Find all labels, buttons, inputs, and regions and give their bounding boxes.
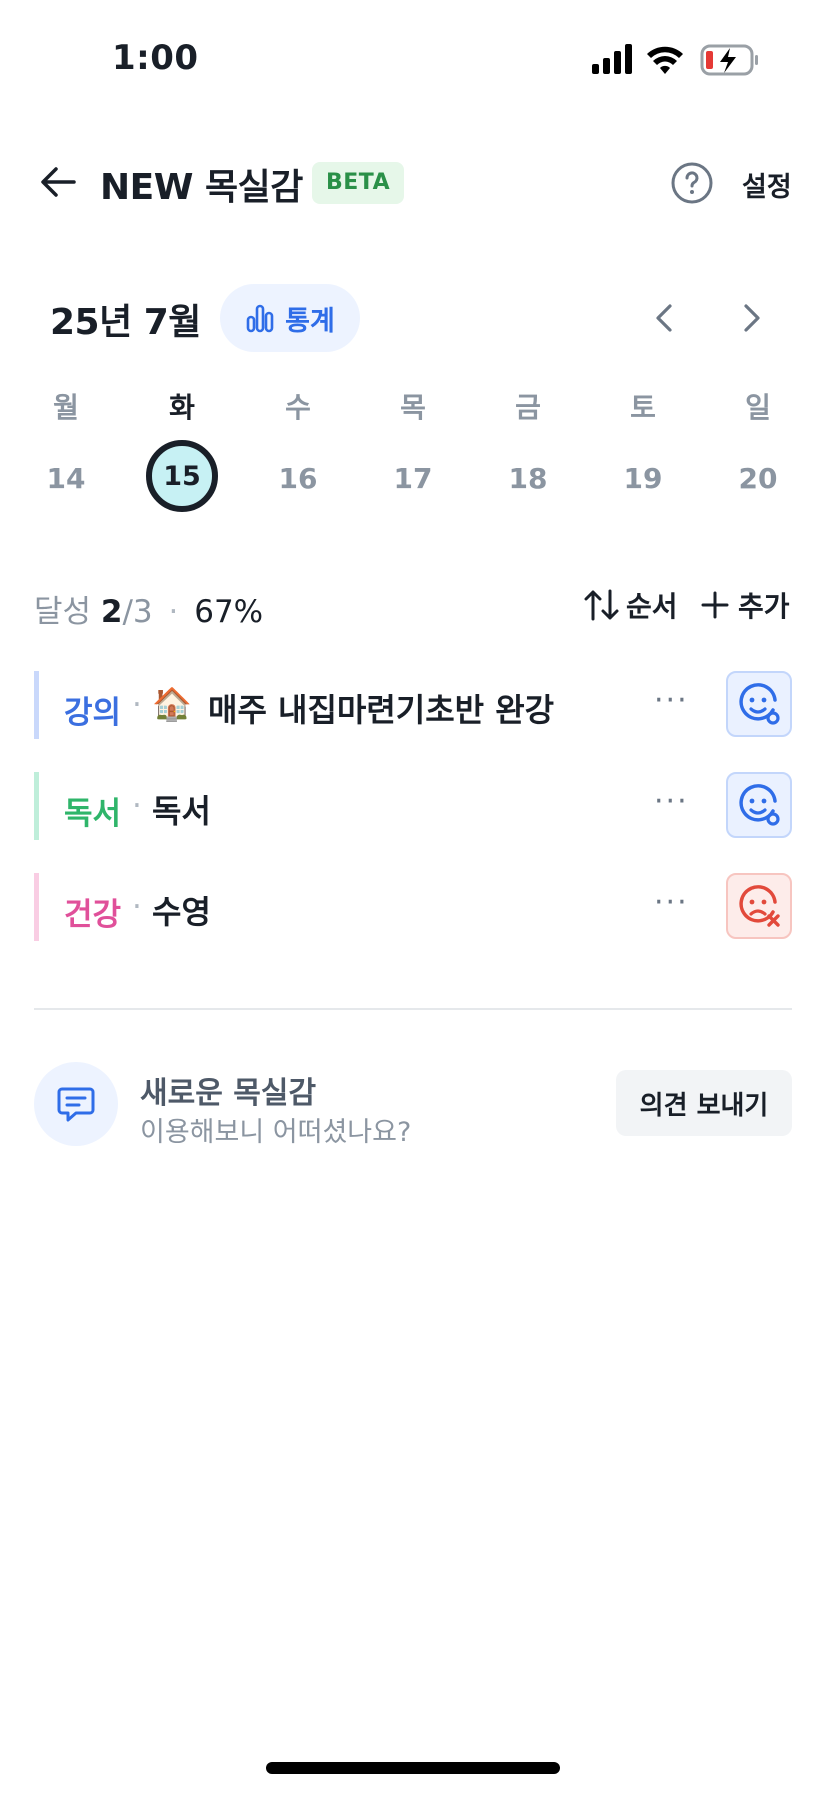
chevron-left-icon[interactable]: [650, 300, 680, 336]
achievement-label: 달성: [34, 594, 92, 630]
send-feedback-button[interactable]: 의견 보내기: [616, 1070, 792, 1136]
sad-face-icon: [739, 885, 780, 927]
day-cell[interactable]: 20: [718, 462, 798, 495]
divider: [34, 1008, 792, 1010]
cellular-signal-icon: [592, 44, 632, 74]
goal-name: 독서: [152, 792, 211, 830]
achievement-summary: 달성 2/3 · 67%: [34, 586, 263, 631]
stats-label: 통계: [285, 305, 335, 337]
status-fail-button[interactable]: [726, 873, 792, 939]
weekday-thu: 목: [400, 391, 426, 424]
achievement-percent: 67%: [194, 594, 264, 630]
help-icon[interactable]: [670, 161, 714, 205]
day-cell[interactable]: 19: [603, 462, 683, 495]
order-button[interactable]: 순서: [584, 585, 678, 625]
goal-category: 건강: [64, 897, 122, 933]
add-goal-button[interactable]: 추가: [700, 585, 790, 625]
day-cell[interactable]: 18: [488, 462, 568, 495]
house-emoji-icon: 🏠: [152, 685, 192, 723]
more-options-icon[interactable]: ···: [654, 885, 689, 920]
weekday-mon: 월: [53, 391, 79, 424]
more-options-icon[interactable]: ···: [654, 784, 689, 819]
add-label: 추가: [738, 590, 790, 623]
status-success-button[interactable]: [726, 772, 792, 838]
goal-category: 강의: [64, 695, 122, 731]
order-label: 순서: [626, 590, 678, 623]
wifi-icon: [647, 46, 683, 74]
feedback-title: 새로운 목실감: [140, 1076, 317, 1111]
settings-button[interactable]: 설정: [742, 165, 792, 204]
goal-category-bar: [34, 873, 39, 941]
smile-face-icon: [739, 784, 780, 826]
month-label: 25년 7월: [50, 302, 201, 343]
status-success-button[interactable]: [726, 671, 792, 737]
weekday-fri: 금: [515, 391, 541, 424]
bar-chart-icon: [246, 304, 274, 333]
day-cell[interactable]: 17: [373, 462, 453, 495]
chevron-right-icon[interactable]: [736, 300, 766, 336]
separator-dot: ·: [132, 889, 142, 925]
goal-category-bar: [34, 671, 39, 739]
plus-icon: [701, 591, 729, 619]
goal-row[interactable]: 강의 · 🏠 매주 내집마련기초반 완강 ···: [34, 671, 792, 739]
separator-dot: ·: [132, 687, 142, 723]
goal-category-bar: [34, 772, 39, 840]
status-time: 1:00: [112, 38, 199, 78]
back-arrow-icon[interactable]: [36, 160, 80, 204]
smile-face-icon: [739, 683, 780, 725]
day-cell-selected[interactable]: 15: [146, 440, 218, 512]
goal-row[interactable]: 독서 · 독서 ···: [34, 772, 792, 840]
status-icons: [592, 44, 758, 76]
goal-row[interactable]: 건강 · 수영 ···: [34, 873, 792, 941]
goal-name: 매주 내집마련기초반 완강: [208, 691, 555, 729]
achievement-done: 2: [100, 594, 123, 630]
stats-button[interactable]: 통계: [220, 284, 360, 352]
separator-dot: ·: [132, 788, 142, 824]
page-title: NEW 목실감: [100, 167, 303, 208]
separator-dot: ·: [168, 594, 179, 630]
weekday-sat: 토: [630, 391, 656, 424]
more-options-icon[interactable]: ···: [654, 683, 689, 718]
battery-charging-icon: [700, 44, 758, 76]
weekday-sun: 일: [745, 391, 771, 424]
goal-name: 수영: [152, 893, 211, 931]
feedback-icon-circle: [34, 1062, 118, 1146]
achievement-total: /3: [122, 594, 153, 630]
day-cell[interactable]: 14: [26, 462, 106, 495]
weekday-wed: 수: [285, 391, 311, 424]
feedback-subtitle: 이용해보니 어떠셨나요?: [140, 1117, 412, 1148]
beta-badge: BETA: [312, 162, 405, 204]
sort-arrows-icon: [584, 589, 619, 621]
goal-category: 독서: [64, 796, 122, 832]
home-indicator: [266, 1762, 560, 1774]
chat-bubble-icon: [57, 1087, 95, 1122]
day-cell[interactable]: 16: [258, 462, 338, 495]
weekday-tue: 화: [169, 391, 195, 424]
